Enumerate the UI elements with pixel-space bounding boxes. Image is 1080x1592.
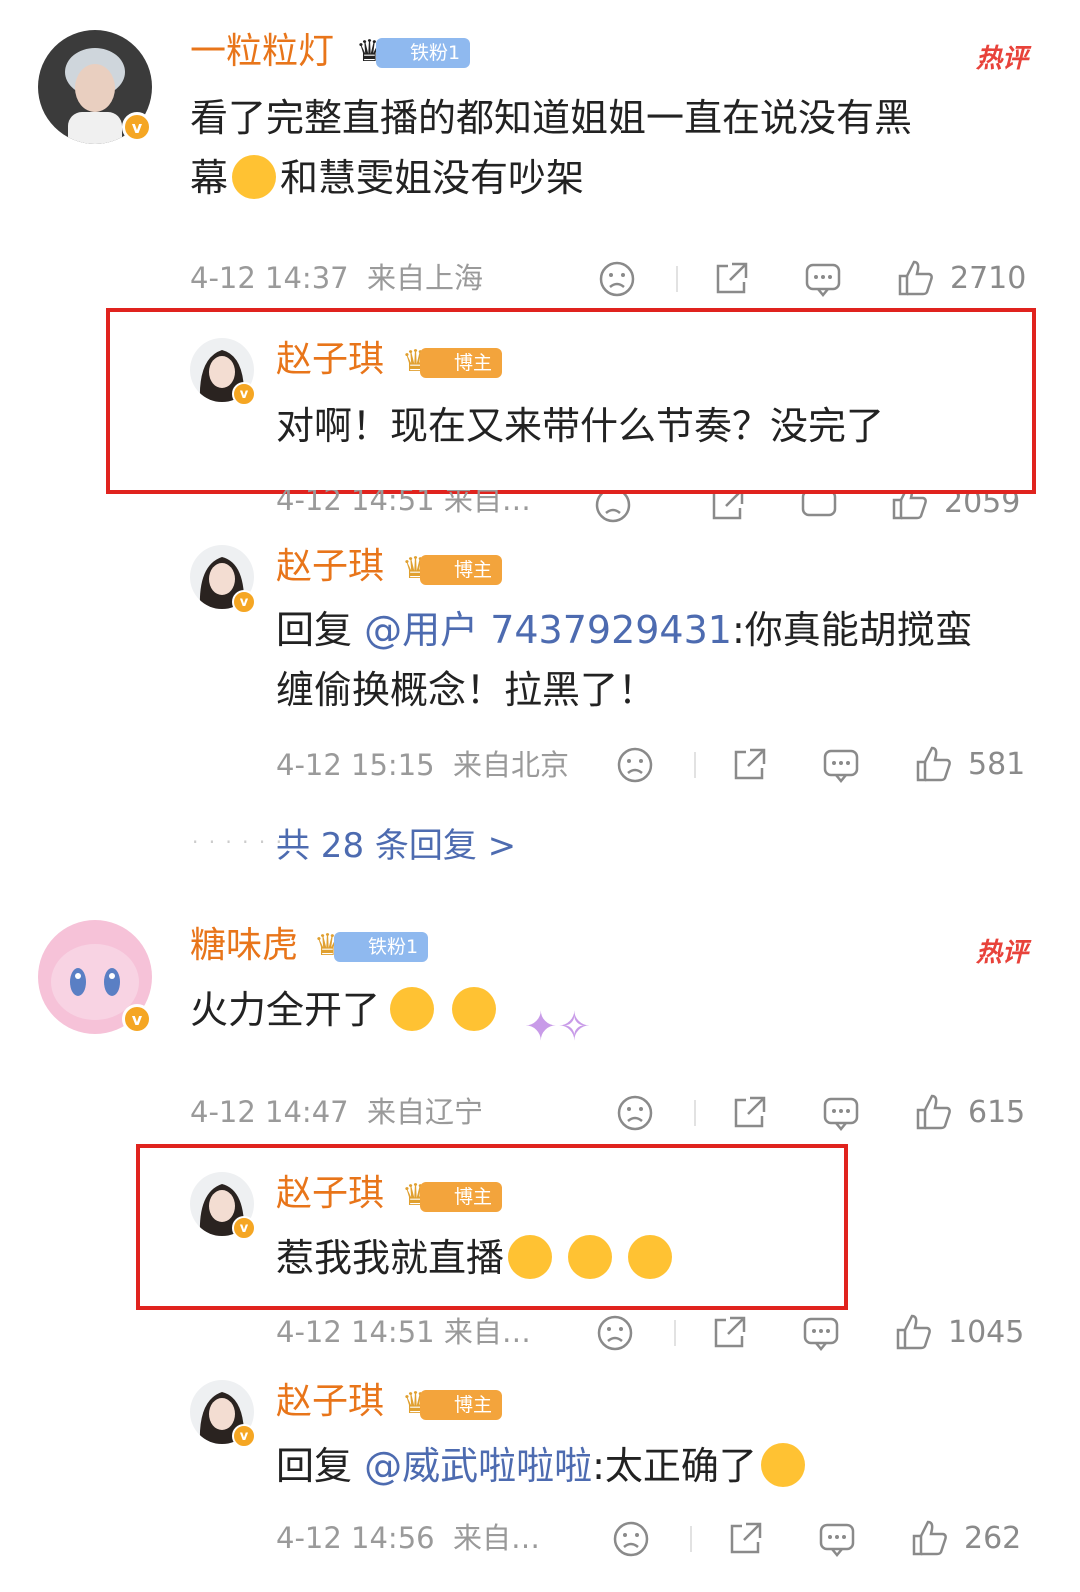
dislike-face-icon bbox=[617, 1095, 653, 1131]
like-count: 1045 bbox=[948, 1314, 1025, 1350]
dislike-button[interactable] bbox=[612, 1520, 650, 1558]
mention-link[interactable]: @威武啦啦啦 bbox=[364, 1444, 592, 1488]
comment-button[interactable] bbox=[804, 260, 842, 298]
divider bbox=[676, 266, 678, 292]
timestamp: 4-12 14:37 来自上海 bbox=[190, 261, 484, 295]
dislike-face-icon bbox=[597, 1315, 633, 1351]
laughing-tears-emoji-icon bbox=[568, 1234, 613, 1279]
username[interactable]: 糖味虎 bbox=[190, 924, 298, 968]
timestamp: 4-12 14:51 来自… bbox=[276, 1315, 531, 1349]
comment-button[interactable] bbox=[818, 1520, 856, 1558]
like-button[interactable]: 262 bbox=[910, 1518, 1021, 1558]
like-count: 581 bbox=[968, 746, 1026, 782]
mention-link[interactable]: @用户 7437929431 bbox=[364, 608, 732, 652]
laughing-tears-emoji-icon bbox=[760, 1442, 805, 1487]
like-button[interactable]: 615 bbox=[914, 1092, 1025, 1132]
share-icon bbox=[734, 1096, 766, 1128]
comment-text: 惹我我就直播 bbox=[276, 1228, 676, 1288]
share-icon bbox=[730, 1522, 762, 1554]
verified-v-icon: v bbox=[122, 112, 152, 142]
divider bbox=[690, 1526, 692, 1552]
like-button[interactable]: 2710 bbox=[896, 258, 1026, 298]
comment-text-line2: 幕和慧雯姐没有吵架 bbox=[190, 154, 585, 200]
like-button[interactable]: 1045 bbox=[894, 1312, 1024, 1352]
verified-v-icon: v bbox=[232, 1216, 256, 1240]
laughing-tears-emoji-icon bbox=[508, 1234, 553, 1279]
like-thumb-icon bbox=[898, 260, 933, 296]
comment-button[interactable] bbox=[822, 1094, 860, 1132]
fan-badge: 铁粉1 bbox=[334, 932, 429, 962]
like-thumb-icon bbox=[896, 1314, 931, 1350]
laughing-tears-emoji-icon bbox=[628, 1234, 673, 1279]
comment-icon bbox=[819, 1523, 855, 1557]
like-count: 615 bbox=[968, 1094, 1026, 1130]
like-thumb-icon bbox=[916, 746, 951, 782]
share-icon bbox=[716, 262, 748, 294]
verified-v-icon: v bbox=[122, 1004, 152, 1034]
username[interactable]: 赵子琪 bbox=[276, 545, 384, 589]
divider bbox=[674, 1320, 676, 1346]
comment-button[interactable] bbox=[822, 746, 860, 784]
comment-icon bbox=[823, 749, 859, 783]
like-thumb-icon bbox=[916, 1094, 951, 1130]
comment-button[interactable] bbox=[802, 1314, 840, 1352]
share-button[interactable] bbox=[726, 1520, 764, 1558]
dislike-button[interactable] bbox=[598, 260, 636, 298]
dislike-face-icon bbox=[617, 747, 653, 783]
comment-text-line2: 缠偷换概念！拉黑了！ bbox=[276, 668, 657, 712]
divider bbox=[694, 752, 696, 778]
host-badge: 博主 bbox=[420, 1182, 503, 1212]
share-icon bbox=[734, 748, 766, 780]
comment-icon bbox=[805, 263, 841, 297]
fan-badge: 铁粉1 bbox=[376, 38, 471, 68]
more-replies-link[interactable]: 共 28 条回复 > bbox=[276, 818, 516, 867]
host-badge: 博主 bbox=[420, 1390, 503, 1420]
share-button[interactable] bbox=[710, 1314, 748, 1352]
dislike-button[interactable] bbox=[616, 746, 654, 784]
adoring-emoji-icon bbox=[390, 986, 435, 1031]
like-thumb-icon bbox=[912, 1520, 947, 1556]
share-button[interactable] bbox=[730, 746, 768, 784]
adoring-emoji-icon bbox=[452, 986, 497, 1031]
comment-text: 回复 @威武啦啦啦:太正确了 bbox=[276, 1436, 809, 1496]
comment-text: 看了完整直播的都知道姐姐一直在说没有黑 bbox=[190, 96, 913, 140]
dislike-face-icon bbox=[599, 261, 635, 297]
username[interactable]: 赵子琪 bbox=[276, 338, 384, 382]
comment-text: 火力全开了 bbox=[190, 980, 500, 1040]
thinking-emoji-icon bbox=[232, 154, 277, 199]
dislike-face-icon bbox=[613, 1521, 649, 1557]
dislike-button[interactable] bbox=[616, 1094, 654, 1132]
comment-text: 回复 @用户 7437929431:你真能胡搅蛮 bbox=[276, 608, 973, 652]
hot-comment-badge: 热评 bbox=[975, 44, 1028, 74]
username[interactable]: 赵子琪 bbox=[276, 1172, 384, 1216]
timestamp: 4-12 15:15 来自北京 bbox=[276, 748, 570, 782]
username[interactable]: 赵子琪 bbox=[276, 1380, 384, 1424]
dislike-button[interactable] bbox=[596, 1314, 634, 1352]
divider bbox=[694, 1100, 696, 1126]
host-badge: 博主 bbox=[420, 348, 503, 378]
timestamp: 4-12 14:47 来自辽宁 bbox=[190, 1095, 484, 1129]
comment-icon bbox=[803, 1317, 839, 1351]
comment-text: 对啊！现在又来带什么节奏？没完了 bbox=[276, 404, 885, 448]
verified-v-icon: v bbox=[232, 590, 256, 614]
verified-v-icon: v bbox=[232, 382, 256, 406]
share-button[interactable] bbox=[730, 1094, 768, 1132]
like-button[interactable]: 581 bbox=[914, 744, 1025, 784]
share-button[interactable] bbox=[712, 260, 750, 298]
timestamp: 4-12 14:56 来自… bbox=[276, 1521, 541, 1555]
more-replies-dots: · · · · · · bbox=[192, 830, 284, 854]
verified-v-icon: v bbox=[232, 1424, 256, 1448]
share-icon bbox=[714, 1316, 746, 1348]
hot-comment-badge: 热评 bbox=[975, 938, 1028, 968]
comment-icon bbox=[823, 1097, 859, 1131]
sparkle-stars-decoration: ✦✧ bbox=[524, 1004, 592, 1050]
comment-1: v 一粒粒灯 ♛ 铁粉1 热评 看了完整直播的都知道姐姐一直在说没有黑 幕和慧雯… bbox=[0, 0, 1080, 310]
like-count: 262 bbox=[964, 1520, 1022, 1556]
host-badge: 博主 bbox=[420, 555, 503, 585]
username[interactable]: 一粒粒灯 bbox=[190, 30, 334, 74]
like-count: 2710 bbox=[950, 260, 1027, 296]
